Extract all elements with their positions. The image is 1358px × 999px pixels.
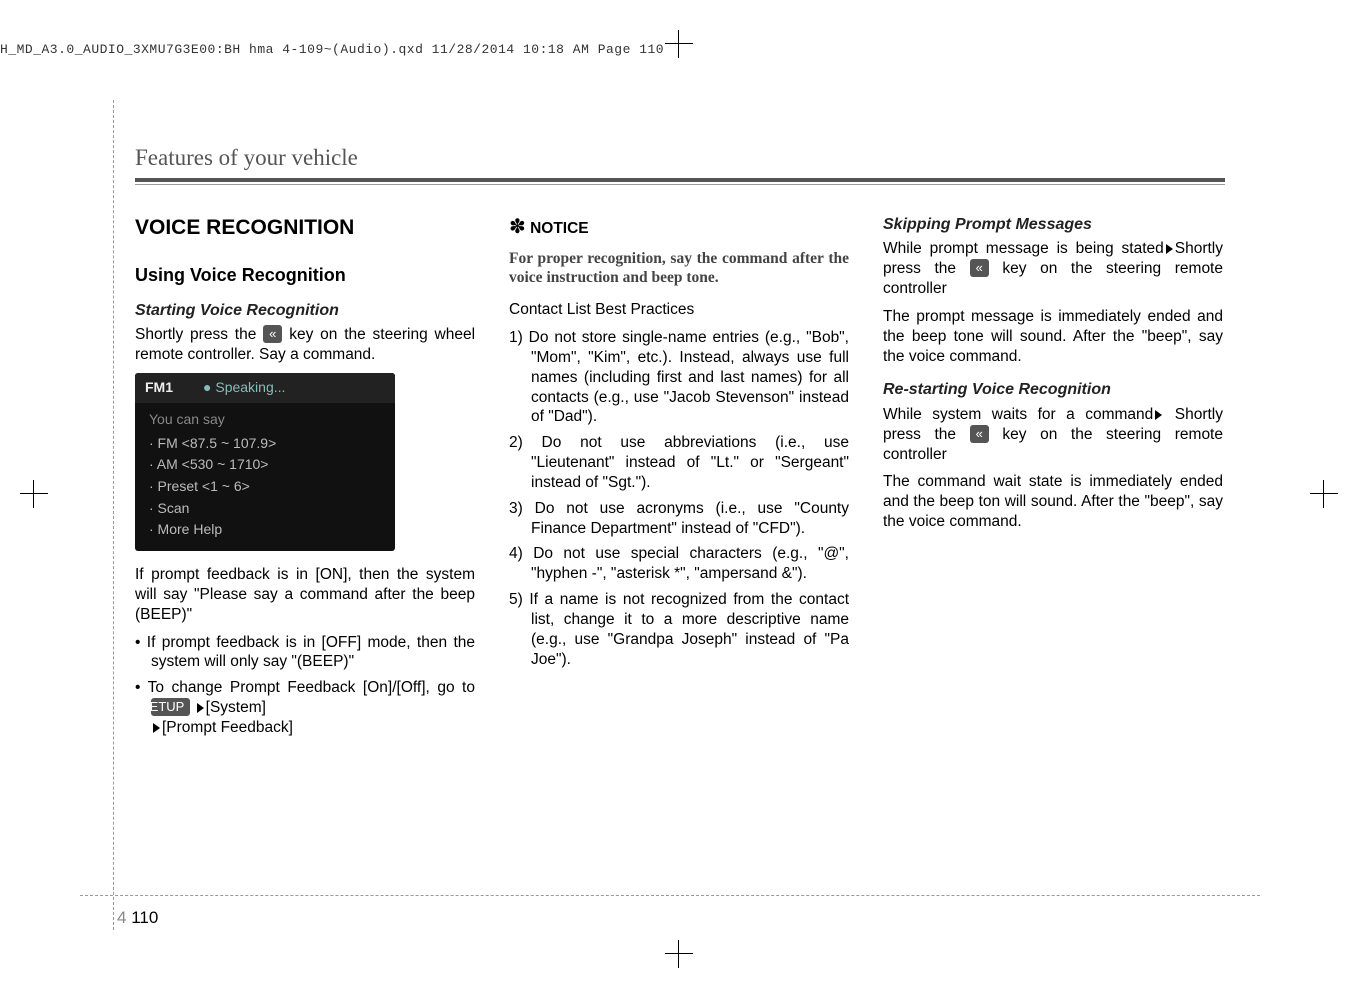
vr-line: · Scan xyxy=(149,498,381,520)
vr-line: · Preset <1 ~ 6> xyxy=(149,476,381,498)
vr-band: FM1 xyxy=(145,379,173,397)
voice-key-icon: « xyxy=(263,325,282,343)
column-2: ✽ NOTICE For proper recognition, say the… xyxy=(509,215,849,744)
section-title: Features of your vehicle xyxy=(135,145,358,171)
heading-voice-recognition: VOICE RECOGNITION xyxy=(135,215,475,242)
column-3: Skipping Prompt Messages While prompt me… xyxy=(883,215,1223,744)
footer-dashed-line xyxy=(80,895,1260,896)
crop-mark-bottom xyxy=(665,940,693,968)
p-skip-1: While prompt message is being statedShor… xyxy=(883,239,1223,298)
heading-using-vr: Using Voice Recognition xyxy=(135,264,475,287)
vr-say-label: You can say xyxy=(149,407,381,431)
print-header: H_MD_A3.0_AUDIO_3XMU7G3E00:BH hma 4-109~… xyxy=(0,42,664,57)
triangle-icon xyxy=(1166,244,1173,254)
chapter-num: 4 xyxy=(117,908,126,927)
vr-screen: FM1 ● Speaking... You can say · FM <87.5… xyxy=(135,373,395,551)
column-1: VOICE RECOGNITION Using Voice Recognitio… xyxy=(135,215,475,744)
crop-mark-right xyxy=(1310,480,1338,508)
notice-body: For proper recognition, say the command … xyxy=(509,249,849,289)
notice-label: NOTICE xyxy=(526,220,589,237)
bullet-change: • To change Prompt Feedback [On]/[Off], … xyxy=(135,678,475,737)
heading-starting-vr: Starting Voice Recognition xyxy=(135,301,475,321)
vr-screen-header: FM1 ● Speaking... xyxy=(135,373,395,403)
txt: While prompt message is being stated xyxy=(883,240,1164,257)
crop-mark-left xyxy=(20,480,48,508)
p-skip-2: The prompt message is immediately ended … xyxy=(883,307,1223,366)
best-practices-head: Contact List Best Practices xyxy=(509,300,849,320)
list-item: 1) Do not store single-name entries (e.g… xyxy=(509,328,849,427)
triangle-icon xyxy=(153,723,160,733)
vr-line: · FM <87.5 ~ 107.9> xyxy=(149,433,381,455)
notice-star-icon: ✽ xyxy=(509,216,526,238)
list-item: 5) If a name is not recognized from the … xyxy=(509,590,849,669)
vr-screen-body: You can say · FM <87.5 ~ 107.9> · AM <53… xyxy=(135,403,395,551)
bullet-off: • If prompt feedback is in [OFF] mode, t… xyxy=(135,633,475,673)
voice-key-icon: « xyxy=(970,259,989,277)
page-number: 4 110 xyxy=(117,908,158,928)
p-prompt-on: If prompt feedback is in [ON], then the … xyxy=(135,565,475,624)
best-practices-list: 1) Do not store single-name entries (e.g… xyxy=(509,328,849,669)
vr-status: ● Speaking... xyxy=(203,379,285,397)
list-item: 4) Do not use special characters (e.g., … xyxy=(509,544,849,584)
notice-head: ✽ NOTICE xyxy=(509,215,849,241)
list-item: 3) Do not use acronyms (i.e., use "Count… xyxy=(509,499,849,539)
list-item: 2) Do not use abbreviations (i.e., use "… xyxy=(509,433,849,492)
bullet-change-a: • To change Prompt Feedback [On]/[Off], … xyxy=(135,679,475,696)
heading-skipping: Skipping Prompt Messages xyxy=(883,215,1223,235)
triangle-icon xyxy=(197,703,204,713)
voice-key-icon: « xyxy=(970,425,989,443)
section-rule xyxy=(135,178,1225,182)
p-start-a: Shortly press the xyxy=(135,326,263,343)
vr-line: · More Help xyxy=(149,519,381,541)
crop-mark-top xyxy=(665,30,693,58)
p-restart-1: While system waits for a command Shortly… xyxy=(883,405,1223,464)
vr-line: · AM <530 ~ 1710> xyxy=(149,454,381,476)
page-num: 110 xyxy=(131,908,158,927)
bullet-change-b: [System] xyxy=(206,699,266,716)
vr-status-text: Speaking... xyxy=(215,379,285,395)
margin-dashed-line xyxy=(113,100,114,930)
content-columns: VOICE RECOGNITION Using Voice Recognitio… xyxy=(135,215,1225,744)
p-start-vr: Shortly press the « key on the steering … xyxy=(135,325,475,365)
setup-key-icon: SETUP xyxy=(151,698,190,716)
p-restart-2: The command wait state is immediately en… xyxy=(883,472,1223,531)
mic-icon: ● xyxy=(203,379,211,395)
heading-restarting: Re-starting Voice Recognition xyxy=(883,380,1223,400)
txt: While system waits for a command xyxy=(883,406,1153,423)
triangle-icon xyxy=(1155,410,1162,420)
bullet-change-c: [Prompt Feedback] xyxy=(162,719,293,736)
